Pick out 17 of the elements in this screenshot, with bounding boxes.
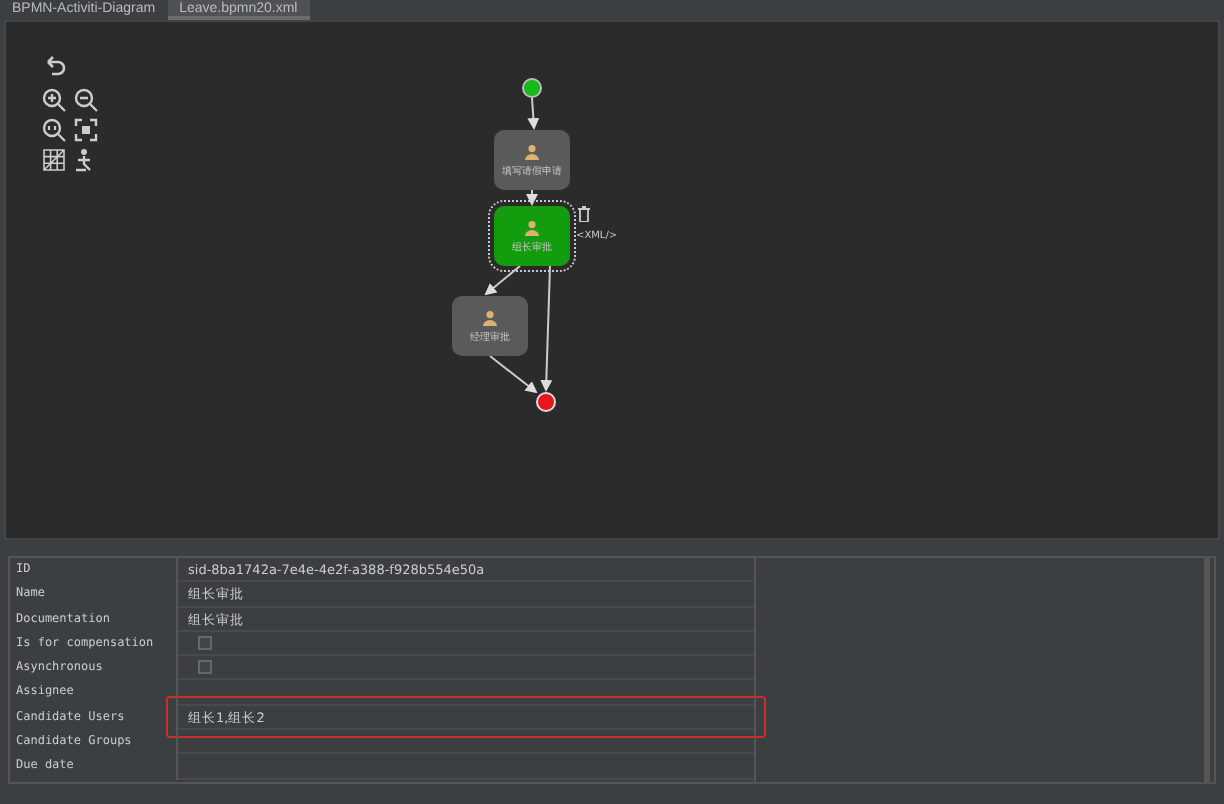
- person-icon: [524, 143, 540, 159]
- fit-view-icon[interactable]: [74, 118, 98, 142]
- person-icon: [482, 309, 498, 325]
- checkbox[interactable]: [198, 635, 212, 650]
- zoom-in-icon[interactable]: [42, 88, 66, 112]
- sequence-flow-arrow: [526, 189, 538, 206]
- end-event[interactable]: [536, 392, 556, 412]
- person-icon: [524, 219, 540, 235]
- start-event[interactable]: [522, 78, 542, 98]
- zoom-out-icon[interactable]: [74, 88, 98, 112]
- undo-icon[interactable]: [42, 54, 66, 78]
- sequence-flow-arrow: [484, 265, 521, 296]
- grid-icon[interactable]: [42, 148, 66, 172]
- trash-icon[interactable]: [578, 206, 590, 222]
- sequence-flow-arrow: [527, 97, 540, 130]
- zoom-actual-icon[interactable]: [42, 118, 66, 142]
- checkbox[interactable]: [198, 660, 212, 675]
